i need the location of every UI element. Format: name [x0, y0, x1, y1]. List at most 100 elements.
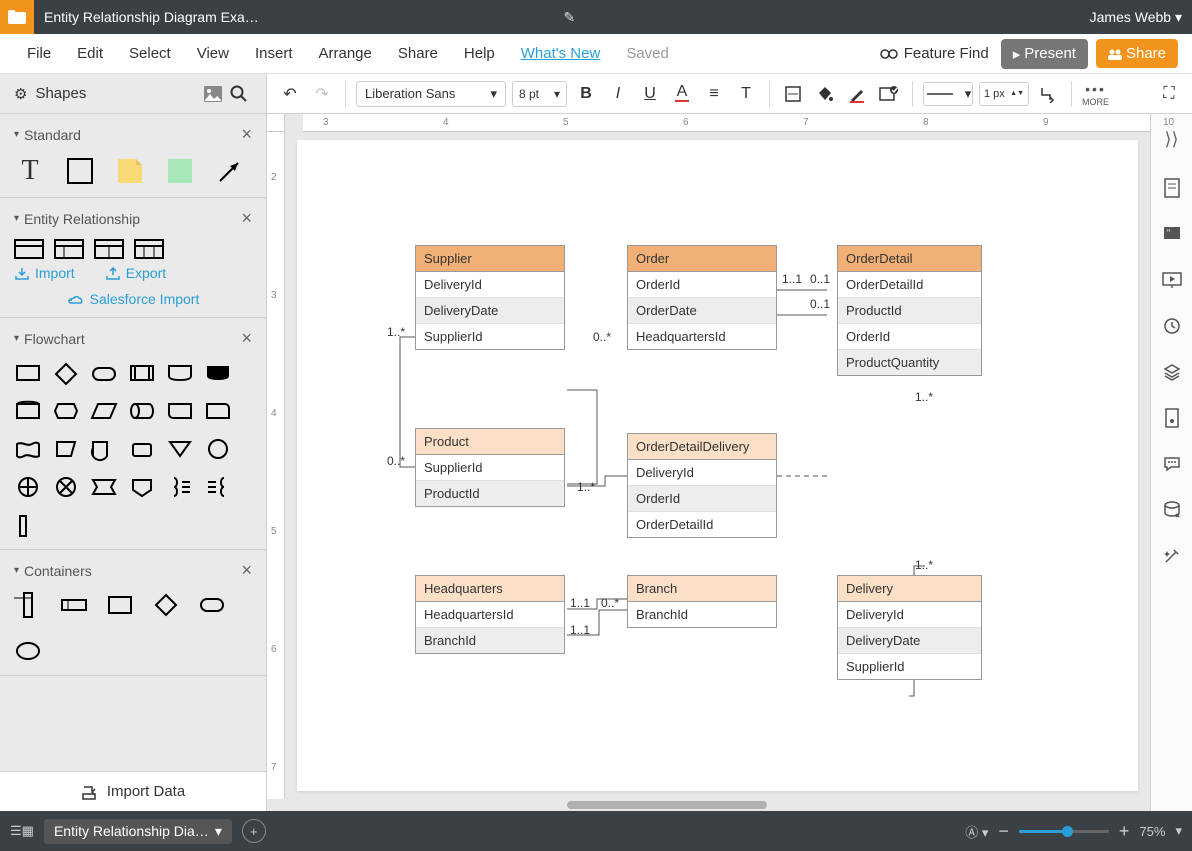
- entity-header[interactable]: OrderDetail: [838, 246, 981, 272]
- entity-row[interactable]: OrderDetailId: [838, 272, 981, 298]
- redo-icon[interactable]: ↷: [309, 81, 335, 107]
- menu-whatsnew[interactable]: What's New: [508, 45, 614, 62]
- menu-help[interactable]: Help: [451, 45, 508, 62]
- line-width-select[interactable]: 1 px▲▼: [979, 82, 1029, 106]
- shape-er3[interactable]: [94, 239, 124, 259]
- flowchart-shape-20[interactable]: [90, 473, 118, 501]
- entity-row[interactable]: ProductId: [838, 298, 981, 324]
- entity-row[interactable]: OrderId: [628, 272, 776, 298]
- shape-block[interactable]: [64, 155, 96, 187]
- page-settings-icon[interactable]: [1160, 176, 1184, 200]
- fill-color-icon[interactable]: [812, 81, 838, 107]
- container-shape-5[interactable]: [14, 637, 42, 665]
- export-link[interactable]: Export: [105, 265, 166, 281]
- shape-line[interactable]: [214, 155, 246, 187]
- flowchart-shape-24[interactable]: [14, 511, 42, 539]
- master-icon[interactable]: [1160, 406, 1184, 430]
- bold-icon[interactable]: B: [573, 81, 599, 107]
- shape-hotspot[interactable]: [164, 155, 196, 187]
- entity-row[interactable]: HeadquartersId: [628, 324, 776, 349]
- entity-row[interactable]: BranchId: [416, 628, 564, 653]
- entity-delivery[interactable]: DeliveryDeliveryIdDeliveryDateSupplierId: [837, 575, 982, 680]
- entity-headquarters[interactable]: HeadquartersHeadquartersIdBranchId: [415, 575, 565, 654]
- grid-view-icon[interactable]: ▦: [22, 823, 34, 839]
- shape-er4[interactable]: [134, 239, 164, 259]
- entity-header[interactable]: Supplier: [416, 246, 564, 272]
- flowchart-shape-4[interactable]: [166, 359, 194, 387]
- entity-row[interactable]: OrderDetailId: [628, 512, 776, 537]
- shapes-settings-icon[interactable]: ⚙: [14, 85, 27, 103]
- flowchart-shape-2[interactable]: [90, 359, 118, 387]
- close-standard-icon[interactable]: ×: [241, 124, 252, 145]
- chat-icon[interactable]: [1160, 452, 1184, 476]
- entity-row[interactable]: OrderDate: [628, 298, 776, 324]
- flowchart-shape-22[interactable]: [166, 473, 194, 501]
- flowchart-shape-21[interactable]: [128, 473, 156, 501]
- line-style-select[interactable]: ▾: [923, 82, 973, 106]
- flowchart-shape-13[interactable]: [52, 435, 80, 463]
- shape-style-icon[interactable]: [876, 81, 902, 107]
- layers-icon[interactable]: [1160, 360, 1184, 384]
- comments-icon[interactable]: ": [1160, 222, 1184, 246]
- scrollbar-horizontal[interactable]: [567, 801, 767, 809]
- entity-row[interactable]: BranchId: [628, 602, 776, 627]
- close-containers-icon[interactable]: ×: [241, 560, 252, 581]
- image-icon[interactable]: [200, 81, 226, 107]
- zoom-slider[interactable]: [1019, 830, 1109, 833]
- menu-file[interactable]: File: [14, 45, 64, 62]
- text-color-icon[interactable]: A: [669, 81, 695, 107]
- entity-header[interactable]: OrderDetailDelivery: [628, 434, 776, 460]
- entity-row[interactable]: OrderId: [628, 486, 776, 512]
- collapse-icon[interactable]: ⟩⟩: [1164, 124, 1178, 154]
- flowchart-shape-5[interactable]: [204, 359, 232, 387]
- magic-icon[interactable]: [1160, 544, 1184, 568]
- underline-icon[interactable]: U: [637, 81, 663, 107]
- line-path-icon[interactable]: [1035, 81, 1061, 107]
- zoom-in-button[interactable]: +: [1119, 821, 1130, 842]
- present-button[interactable]: ▸ Present: [1001, 39, 1088, 69]
- more-button[interactable]: •••MORE: [1082, 81, 1109, 107]
- menu-share[interactable]: Share: [385, 45, 451, 62]
- flowchart-shape-1[interactable]: [52, 359, 80, 387]
- entity-order[interactable]: OrderOrderIdOrderDateHeadquartersId: [627, 245, 777, 350]
- section-flowchart[interactable]: Flowchart: [24, 331, 85, 347]
- flowchart-shape-8[interactable]: [90, 397, 118, 425]
- menu-select[interactable]: Select: [116, 45, 184, 62]
- import-link[interactable]: Import: [14, 265, 75, 281]
- entity-header[interactable]: Branch: [628, 576, 776, 602]
- shape-text[interactable]: T: [14, 155, 46, 187]
- shape-er1[interactable]: [14, 239, 44, 259]
- entity-row[interactable]: HeadquartersId: [416, 602, 564, 628]
- entity-branch[interactable]: BranchBranchId: [627, 575, 777, 628]
- shape-fit-icon[interactable]: [780, 81, 806, 107]
- entity-row[interactable]: DeliveryId: [838, 602, 981, 628]
- salesforce-import-link[interactable]: Salesforce Import: [14, 291, 252, 307]
- menu-arrange[interactable]: Arrange: [306, 45, 385, 62]
- text-icon[interactable]: T: [733, 81, 759, 107]
- menu-edit[interactable]: Edit: [64, 45, 116, 62]
- entity-row[interactable]: DeliveryDate: [838, 628, 981, 654]
- entity-orderdetail[interactable]: OrderDetailOrderDetailIdProductIdOrderId…: [837, 245, 982, 376]
- outline-view-icon[interactable]: ☰: [10, 823, 22, 839]
- present-panel-icon[interactable]: [1160, 268, 1184, 292]
- flowchart-shape-19[interactable]: [52, 473, 80, 501]
- zoom-value[interactable]: 75%: [1139, 824, 1165, 839]
- flowchart-shape-15[interactable]: [128, 435, 156, 463]
- share-button[interactable]: Share: [1096, 39, 1178, 68]
- flowchart-shape-0[interactable]: [14, 359, 42, 387]
- data-icon[interactable]: [1160, 498, 1184, 522]
- flowchart-shape-3[interactable]: [128, 359, 156, 387]
- shape-er2[interactable]: [54, 239, 84, 259]
- menu-view[interactable]: View: [184, 45, 242, 62]
- entity-header[interactable]: Headquarters: [416, 576, 564, 602]
- entity-header[interactable]: Delivery: [838, 576, 981, 602]
- container-shape-3[interactable]: [152, 591, 180, 619]
- container-shape-2[interactable]: [106, 591, 134, 619]
- flowchart-shape-23[interactable]: [204, 473, 232, 501]
- flowchart-shape-18[interactable]: [14, 473, 42, 501]
- flowchart-shape-7[interactable]: [52, 397, 80, 425]
- zoom-out-button[interactable]: −: [998, 821, 1009, 842]
- entity-row[interactable]: DeliveryDate: [416, 298, 564, 324]
- align-icon[interactable]: ≡: [701, 81, 727, 107]
- font-select[interactable]: Liberation Sans▾: [356, 81, 506, 107]
